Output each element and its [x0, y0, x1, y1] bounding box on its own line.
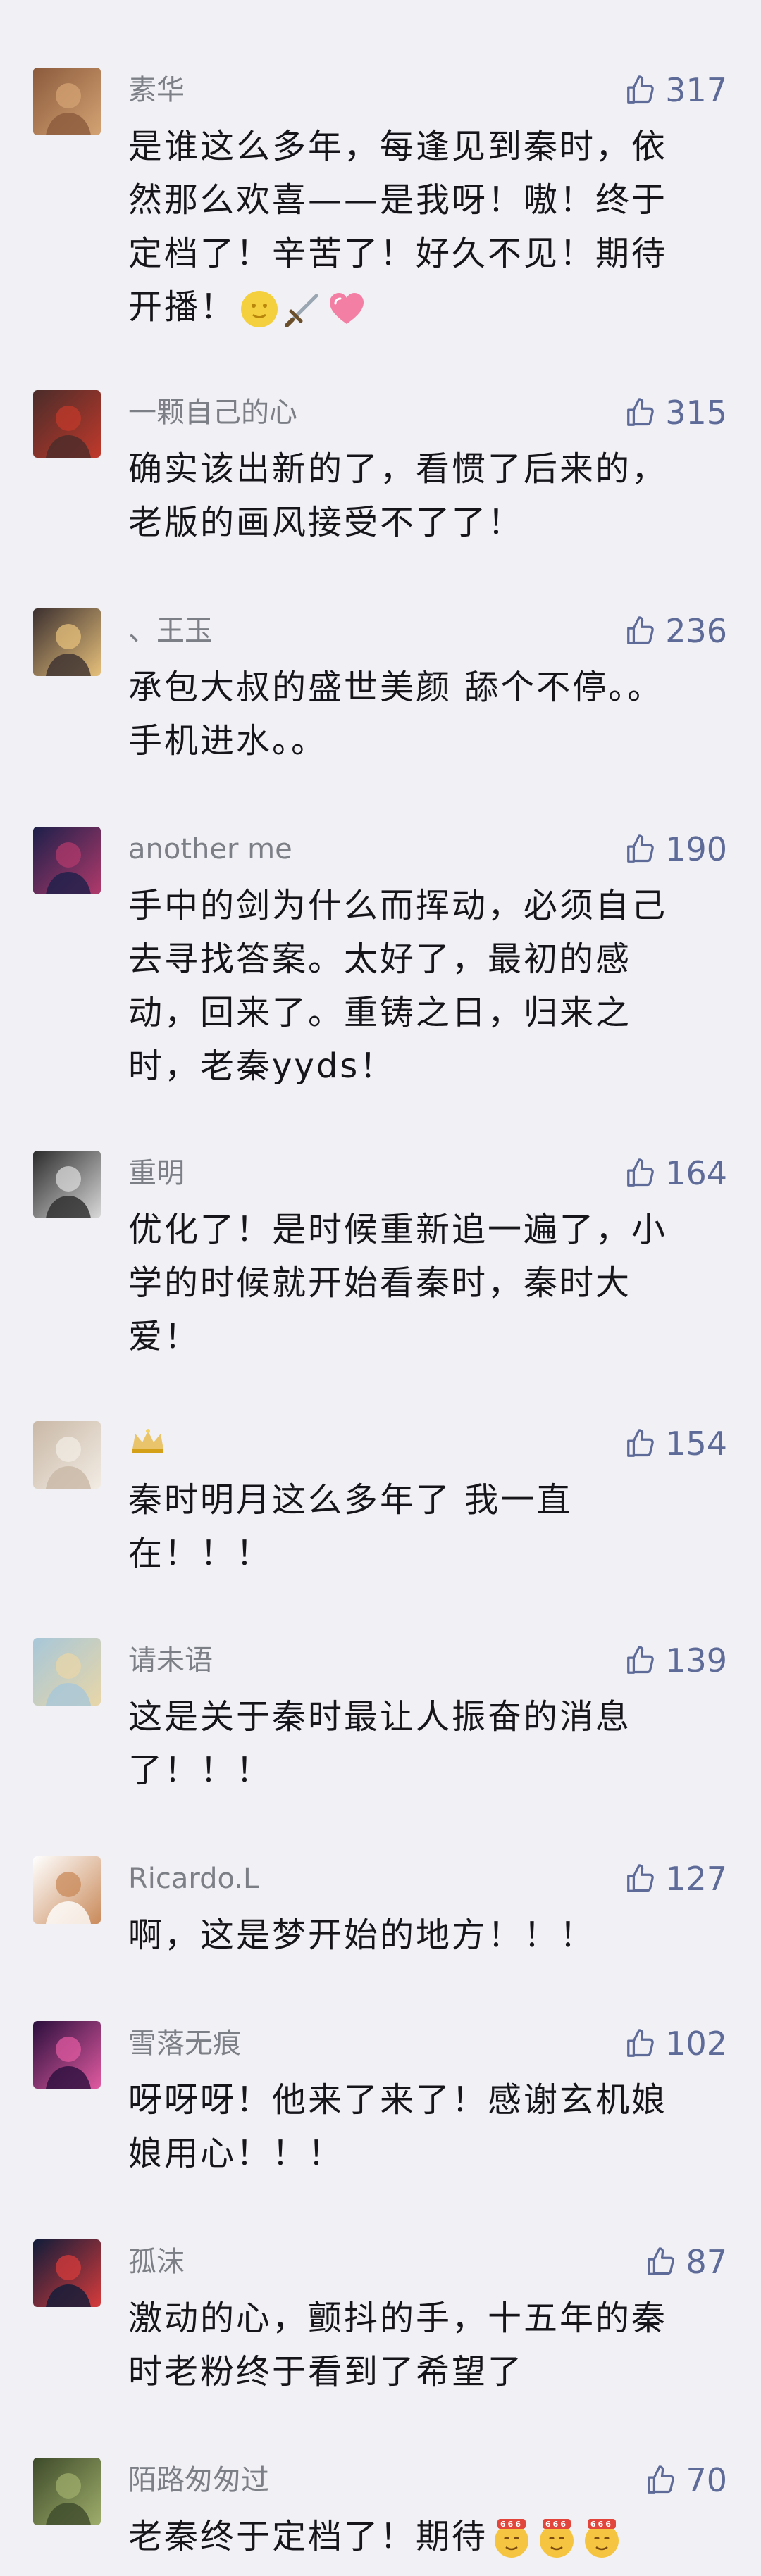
username[interactable]: 雪落无痕 — [128, 2025, 241, 2062]
svg-text:666: 666 — [545, 2520, 568, 2529]
like-button[interactable]: 317 — [624, 70, 727, 110]
like-count: 315 — [665, 394, 727, 432]
like-count: 164 — [665, 1154, 727, 1192]
like-count: 87 — [686, 2243, 727, 2281]
user-avatar[interactable] — [33, 1856, 101, 1924]
like-count: 102 — [665, 2025, 727, 2063]
crown-icon — [128, 1427, 168, 1464]
like-button[interactable]: 236 — [624, 611, 727, 651]
user-avatar[interactable] — [33, 1638, 101, 1706]
like-count: 127 — [665, 1860, 727, 1898]
comment-text: 手中的剑为什么而挥动，必须自己 去寻找答案。太好了，最初的感 动，回来了。重铸之… — [128, 886, 668, 1086]
like-button[interactable]: 70 — [645, 2461, 727, 2500]
like-count: 317 — [665, 71, 727, 109]
comment-text: 激动的心，颤抖的手，十五年的秦 时老粉终于看到了希望了 — [128, 2299, 668, 2391]
username[interactable]: Ricardo.L — [128, 1861, 259, 1897]
comment-text: 承包大叔的盛世美颜 舔个不停。。 手机进水。。 — [128, 668, 664, 761]
comment-text: 这是关于秦时最让人振奋的消息 了！！！ — [128, 1697, 632, 1790]
thumbs-up-icon — [624, 1427, 657, 1460]
username[interactable]: another me — [128, 831, 292, 868]
comment-text: 呀呀呀！他来了来了！感谢玄机娘 娘用心！！！ — [128, 2080, 668, 2173]
thumbs-up-icon — [624, 74, 657, 106]
comment-text: 优化了！是时候重新追一遍了，小 学的时候就开始看秦时，秦时大 爱！ — [128, 1210, 668, 1356]
username[interactable] — [128, 1425, 168, 1464]
thumbs-up-icon — [624, 2027, 657, 2060]
user-avatar[interactable] — [33, 2458, 101, 2525]
comment-text: 老秦终于定档了！期待 666 666 666 — [128, 2510, 727, 2563]
comment-text: 确实该出新的了，看惯了后来的， 老版的画风接受不了了！ — [128, 449, 668, 542]
user-avatar[interactable] — [33, 608, 101, 676]
user-avatar[interactable] — [33, 2021, 101, 2089]
like-count: 154 — [665, 1425, 727, 1463]
666-emoji: 666 — [490, 2518, 533, 2560]
sword-emoji — [283, 289, 323, 330]
thumbs-up-icon — [624, 1157, 657, 1189]
like-button[interactable]: 315 — [624, 393, 727, 432]
666-emoji: 666 — [536, 2518, 578, 2560]
username[interactable]: 孤沫 — [128, 2244, 185, 2280]
username[interactable]: 素华 — [128, 72, 185, 108]
thumbs-up-icon — [645, 2246, 677, 2278]
svg-text:666: 666 — [590, 2520, 613, 2529]
svg-text:666: 666 — [500, 2520, 523, 2529]
user-avatar[interactable] — [33, 827, 101, 894]
666-emoji: 666 — [581, 2518, 623, 2560]
comment-list: 素华 317 是谁这么多年，每逢见到秦时，依 然那么欢喜——是我呀！嗷！终于 定… — [0, 0, 761, 2576]
comment-text: 秦时明月这么多年了 我一直 在！！！ — [128, 1480, 573, 1573]
thumbs-up-icon — [645, 2464, 677, 2496]
thumbs-up-icon — [624, 615, 657, 647]
thumbs-up-icon — [624, 833, 657, 865]
like-button[interactable]: 139 — [624, 1641, 727, 1680]
username[interactable]: 陌路匆匆过 — [128, 2462, 269, 2499]
like-button[interactable]: 164 — [624, 1153, 727, 1193]
like-count: 139 — [665, 1642, 727, 1680]
like-button[interactable]: 102 — [624, 2024, 727, 2063]
comment-text: 啊，这是梦开始的地方！！！ — [128, 1915, 596, 1955]
thumbs-up-icon — [624, 396, 657, 429]
user-avatar[interactable] — [33, 68, 101, 135]
comment-text: 是谁这么多年，每逢见到秦时，依 然那么欢喜——是我呀！嗷！终于 定档了！辛苦了！… — [128, 120, 727, 334]
thumbs-up-icon — [624, 1644, 657, 1677]
like-count: 236 — [665, 612, 727, 650]
user-avatar[interactable] — [33, 1151, 101, 1218]
username[interactable]: 重明 — [128, 1155, 185, 1192]
like-button[interactable]: 190 — [624, 830, 727, 869]
like-button[interactable]: 87 — [645, 2242, 727, 2282]
heart-emoji — [326, 289, 367, 330]
user-avatar[interactable] — [33, 1421, 101, 1489]
user-avatar[interactable] — [33, 2239, 101, 2307]
like-button[interactable]: 154 — [624, 1424, 727, 1463]
like-button[interactable]: 127 — [624, 1859, 727, 1899]
username[interactable]: 请未语 — [128, 1642, 213, 1679]
thumbs-up-icon — [624, 1863, 657, 1895]
username[interactable]: 一颗自己的心 — [128, 394, 297, 431]
like-count: 190 — [665, 830, 727, 868]
username[interactable]: 、王玉 — [128, 613, 213, 649]
moon-emoji — [239, 289, 280, 330]
user-avatar[interactable] — [33, 390, 101, 458]
like-count: 70 — [686, 2461, 727, 2499]
